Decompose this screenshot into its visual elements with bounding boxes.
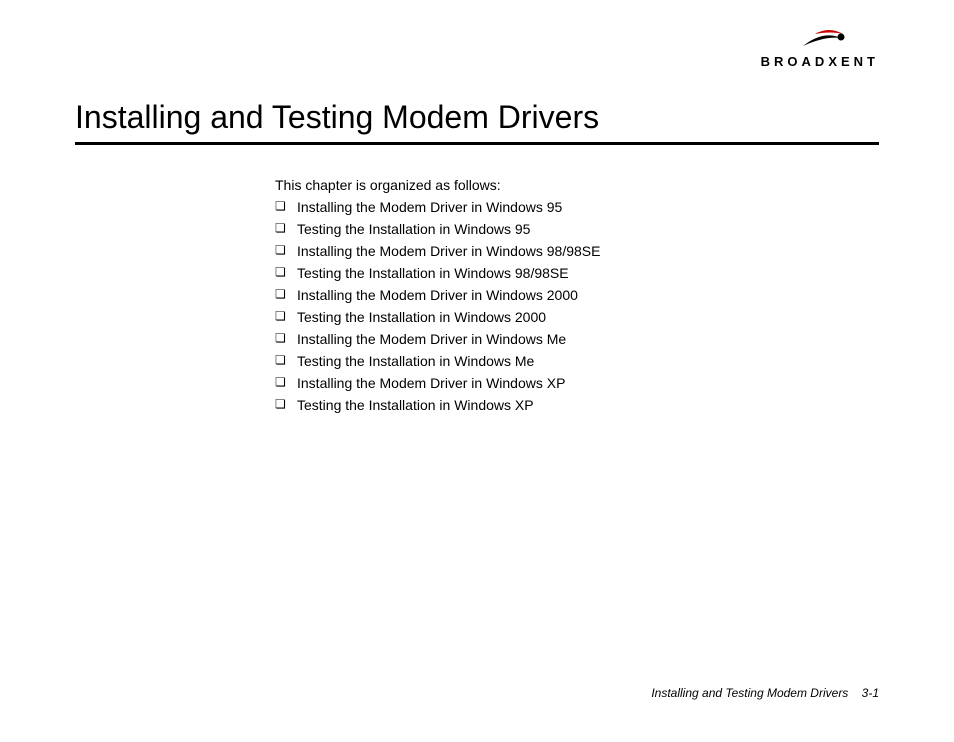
list-item: Testing the Installation in Windows 2000: [275, 307, 879, 328]
footer-page-number: 3-1: [862, 686, 879, 700]
logo-swoosh-icon: [785, 28, 855, 52]
list-item: Installing the Modem Driver in Windows X…: [275, 373, 879, 394]
list-item: Installing the Modem Driver in Windows M…: [275, 329, 879, 350]
title-rule: [75, 142, 879, 145]
intro-text: This chapter is organized as follows:: [275, 175, 879, 196]
brand-name: BROADXENT: [761, 54, 879, 69]
list-item: Testing the Installation in Windows 95: [275, 219, 879, 240]
list-item: Testing the Installation in Windows 98/9…: [275, 263, 879, 284]
body-content: This chapter is organized as follows: In…: [275, 175, 879, 416]
list-item: Testing the Installation in Windows XP: [275, 395, 879, 416]
chapter-item-list: Installing the Modem Driver in Windows 9…: [275, 197, 879, 416]
list-item: Installing the Modem Driver in Windows 9…: [275, 197, 879, 218]
footer-section-name: Installing and Testing Modem Drivers: [651, 686, 848, 700]
list-item: Testing the Installation in Windows Me: [275, 351, 879, 372]
list-item: Installing the Modem Driver in Windows 2…: [275, 285, 879, 306]
brand-logo: BROADXENT: [761, 28, 879, 69]
logo-area: BROADXENT: [75, 28, 879, 71]
page-footer: Installing and Testing Modem Drivers 3-1: [651, 686, 879, 700]
list-item: Installing the Modem Driver in Windows 9…: [275, 241, 879, 262]
page-title: Installing and Testing Modem Drivers: [75, 99, 879, 136]
